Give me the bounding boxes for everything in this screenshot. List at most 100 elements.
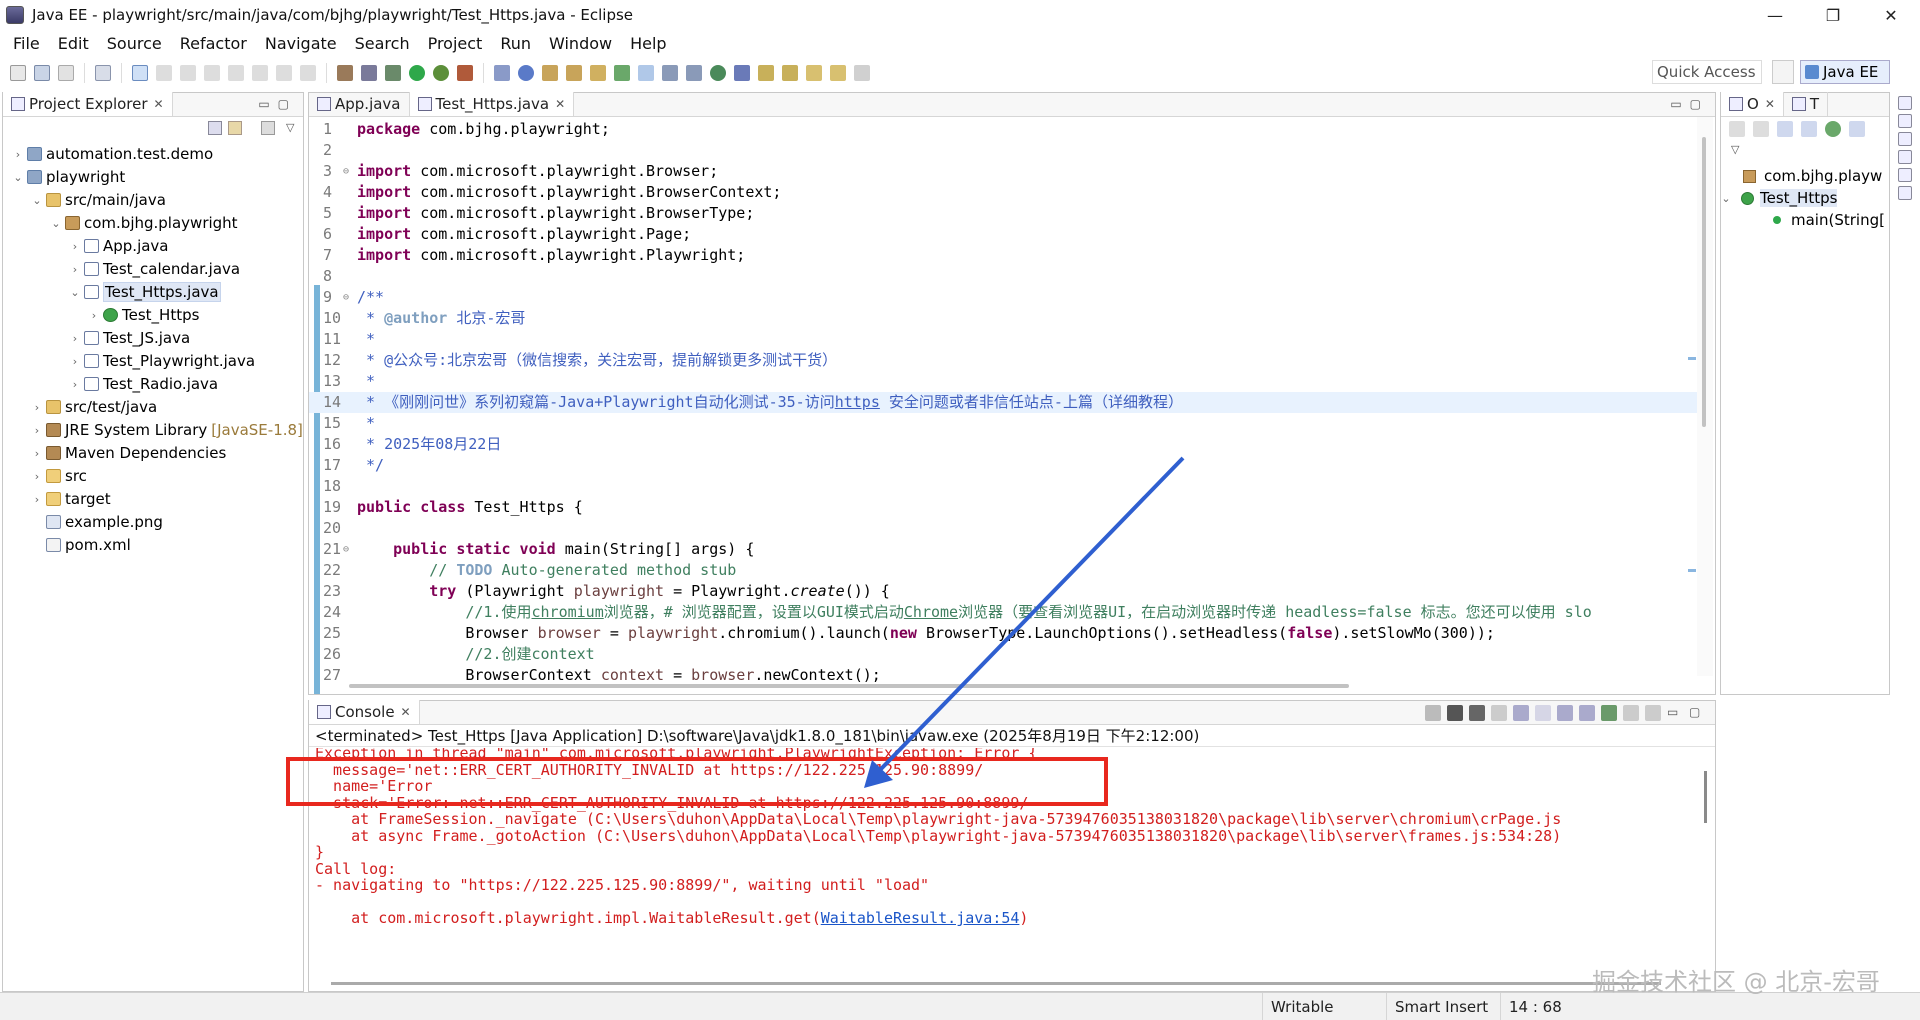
tree-item[interactable]: › src/test/java — [30, 396, 157, 418]
tree-item[interactable]: › Test_Https — [87, 304, 200, 326]
tab-task-list[interactable]: T — [1784, 92, 1829, 116]
chevron-down-icon[interactable]: ▽ — [1731, 143, 1739, 156]
restore-icon[interactable] — [1898, 96, 1912, 110]
search-icon[interactable] — [734, 65, 750, 81]
outline-row-method[interactable]: main(String[ — [1721, 209, 1885, 231]
server-icon[interactable] — [337, 65, 353, 81]
pencil-icon[interactable] — [590, 65, 606, 81]
code-line[interactable]: 7 import com.microsoft.playwright.Playwri… — [309, 245, 1709, 266]
scroll-thumb[interactable] — [331, 982, 1661, 985]
code-line[interactable]: 3 ⊖ import com.microsoft.playwright.Browse… — [309, 161, 1709, 182]
code-line[interactable]: 16 * 2025年08月22日 — [309, 434, 1709, 455]
new-icon[interactable] — [10, 65, 26, 81]
fold-toggle-icon[interactable]: ⊖ — [343, 161, 349, 182]
chevron-right-icon[interactable]: › — [30, 401, 44, 414]
show-on-error-icon[interactable] — [1579, 705, 1595, 721]
hide-static-icon[interactable] — [1801, 121, 1817, 137]
suspend-icon[interactable] — [180, 65, 196, 81]
quick-access-field[interactable]: Quick Access — [1652, 60, 1762, 84]
collapse-all-icon[interactable] — [1729, 121, 1745, 137]
prev-annotation-icon[interactable] — [782, 65, 798, 81]
new-server-icon[interactable] — [494, 65, 510, 81]
problems-icon[interactable] — [1898, 186, 1912, 200]
menu-window[interactable]: Window — [540, 34, 621, 53]
remove-launch-icon[interactable] — [1447, 705, 1463, 721]
code-line[interactable]: 26 //2.创建context — [309, 644, 1709, 665]
code-line[interactable]: 11 * — [309, 329, 1709, 350]
console-horizontal-scrollbar[interactable] — [331, 980, 1691, 988]
tree-item[interactable]: › Test_JS.java — [68, 327, 190, 349]
block-selection-icon[interactable] — [686, 65, 702, 81]
code-line[interactable]: 15 * — [309, 413, 1709, 434]
code-line[interactable]: 17 */ — [309, 455, 1709, 476]
next-annotation-icon[interactable] — [758, 65, 774, 81]
code-line[interactable]: 23 try (Playwright playwright = Playwrig… — [309, 581, 1709, 602]
overview-mark[interactable] — [1688, 569, 1696, 572]
menu-run[interactable]: Run — [491, 34, 540, 53]
tab-console[interactable]: Console ✕ — [309, 700, 420, 724]
hide-local-types-icon[interactable] — [1849, 121, 1865, 137]
minimize-maximize-icon[interactable]: ▭▢ — [1670, 97, 1709, 111]
back-icon[interactable] — [830, 65, 846, 81]
code-line[interactable]: 9 ⊖/** — [309, 287, 1709, 308]
tree-item[interactable]: ⌄ playwright — [11, 166, 125, 188]
pin-console-icon[interactable] — [1601, 705, 1617, 721]
minimize-maximize-icon[interactable]: ▭ — [1667, 705, 1683, 721]
chevron-right-icon[interactable]: › — [11, 148, 25, 161]
debug-icon[interactable] — [385, 65, 401, 81]
tree-item[interactable]: ⌄ src/main/java — [30, 189, 166, 211]
tree-item[interactable]: example.png — [30, 511, 163, 533]
chevron-down-icon[interactable]: ▽ — [286, 121, 300, 135]
remove-all-icon[interactable] — [1469, 705, 1485, 721]
external-tools-icon[interactable] — [457, 65, 473, 81]
open-perspective-button[interactable] — [1772, 60, 1794, 84]
menu-refactor[interactable]: Refactor — [171, 34, 256, 53]
display-selected-console-icon[interactable] — [1623, 705, 1639, 721]
code-line[interactable]: 12 * @公众号:北京宏哥（微信搜索，关注宏哥，提前解锁更多测试干货） — [309, 350, 1709, 371]
editor-vertical-scrollbar[interactable] — [1697, 117, 1713, 676]
data-source-icon[interactable] — [1898, 150, 1912, 164]
hide-fields-icon[interactable] — [1777, 121, 1793, 137]
code-line[interactable]: 24 //1.使用chromium浏览器，# 浏览器配置，设置以GUI模式启动C… — [309, 602, 1709, 623]
tab-outline[interactable]: O ✕ — [1721, 92, 1784, 116]
menu-help[interactable]: Help — [621, 34, 675, 53]
minimize-maximize-icon[interactable]: ▭▢ — [258, 97, 297, 111]
outline-row-class[interactable]: ⌄ Test_Https — [1721, 187, 1838, 209]
chevron-right-icon[interactable]: › — [68, 240, 82, 253]
servers-icon[interactable] — [1898, 114, 1912, 128]
code-line[interactable]: 25 Browser browser = playwright.chromium… — [309, 623, 1709, 644]
tab-project-explorer[interactable]: Project Explorer ✕ — [3, 92, 173, 116]
chevron-down-icon[interactable]: ⌄ — [68, 286, 82, 299]
open-type-icon[interactable] — [542, 65, 558, 81]
close-icon[interactable]: ✕ — [401, 705, 411, 719]
chevron-right-icon[interactable]: › — [30, 424, 44, 437]
collapse-all-icon[interactable] — [208, 121, 222, 135]
skip-breakpoints-icon[interactable] — [132, 65, 148, 81]
chevron-right-icon[interactable]: › — [87, 309, 101, 322]
highlight-icon[interactable] — [638, 65, 654, 81]
menu-project[interactable]: Project — [419, 34, 492, 53]
clear-console-icon[interactable] — [1491, 705, 1507, 721]
close-icon[interactable]: ✕ — [1765, 97, 1775, 111]
menu-search[interactable]: Search — [346, 34, 419, 53]
code-line[interactable]: 13 * — [309, 371, 1709, 392]
annotation-icon[interactable] — [614, 65, 630, 81]
code-line[interactable]: 8 — [309, 266, 1709, 287]
chevron-down-icon[interactable]: ⌄ — [1721, 192, 1731, 205]
chevron-right-icon[interactable]: › — [68, 355, 82, 368]
code-line[interactable]: 2 — [309, 140, 1709, 161]
chevron-right-icon[interactable]: › — [68, 378, 82, 391]
show-whitespace-icon[interactable] — [662, 65, 678, 81]
code-line[interactable]: 5 import com.microsoft.playwright.Browser… — [309, 203, 1709, 224]
tree-item[interactable]: › src — [30, 465, 87, 487]
scroll-thumb[interactable] — [1702, 137, 1706, 427]
globe-icon[interactable] — [710, 65, 726, 81]
chevron-down-icon[interactable]: ⌄ — [30, 194, 44, 207]
tree-item[interactable]: › Test_Playwright.java — [68, 350, 255, 372]
tree-item[interactable]: ⌄ Test_Https.java — [68, 281, 221, 303]
run-icon[interactable] — [409, 65, 425, 81]
tree-item[interactable]: › target — [30, 488, 111, 510]
build-icon[interactable] — [361, 65, 377, 81]
code-line[interactable]: 21 ⊖ public static void main(String[] arg… — [309, 539, 1709, 560]
minimize-button[interactable]: — — [1746, 0, 1804, 30]
